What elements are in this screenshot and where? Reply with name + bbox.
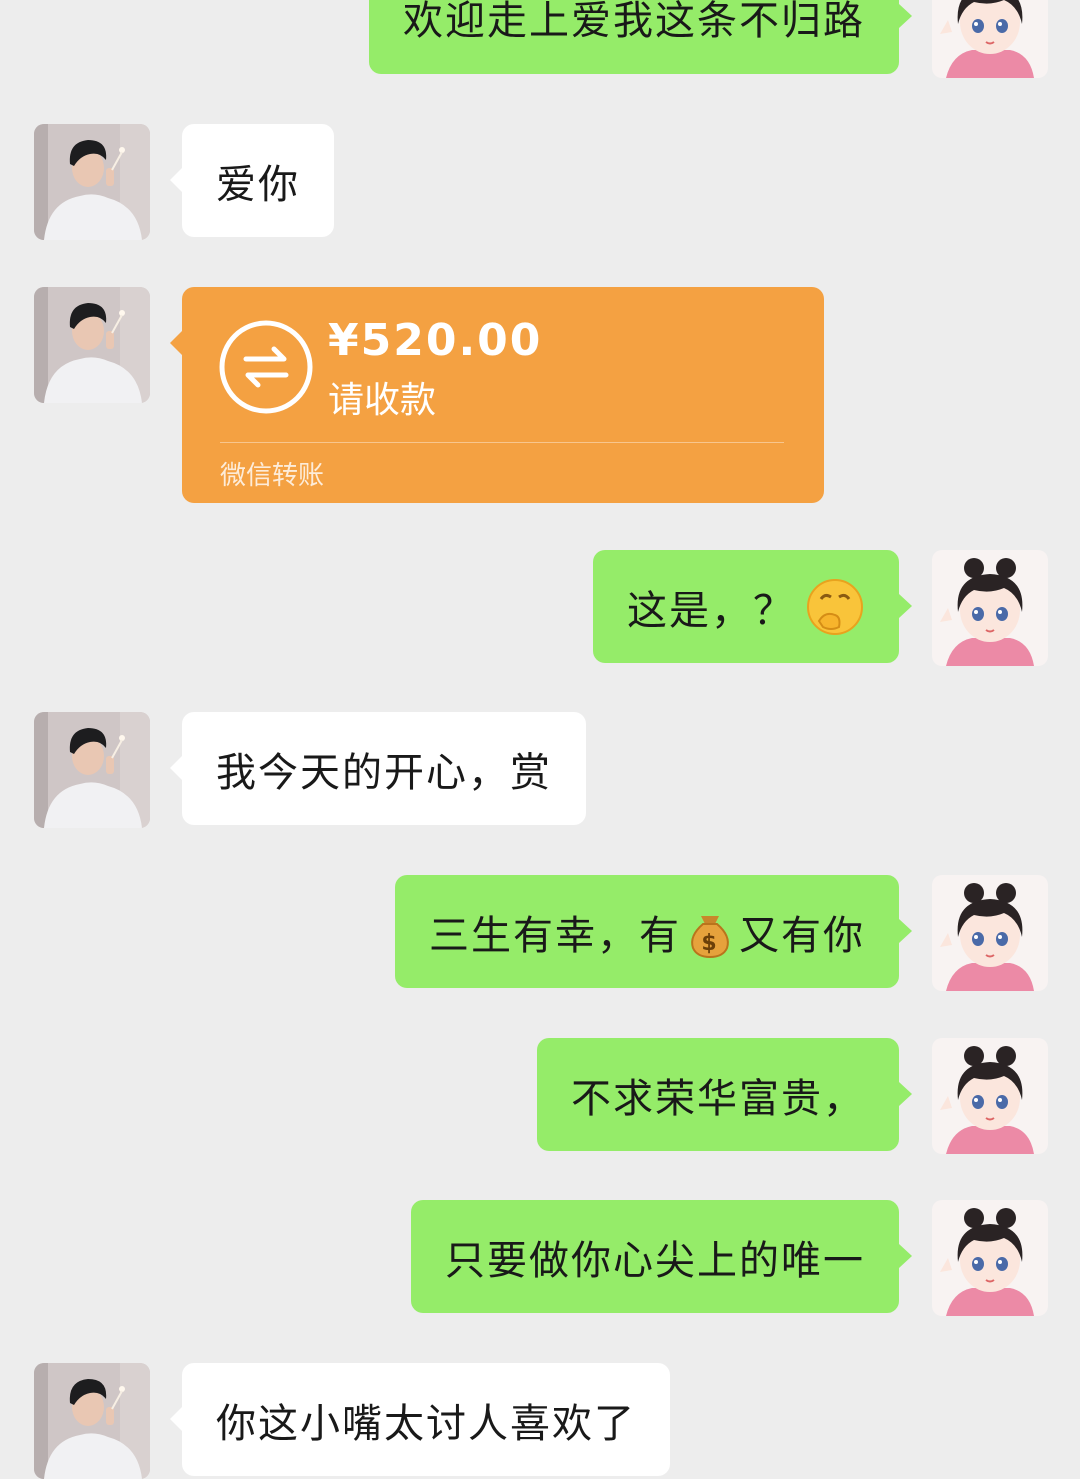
message-text: 又有你 (739, 912, 865, 959)
message-bubble-outgoing[interactable]: 三生有幸，有 $ 又有你 (395, 875, 912, 988)
svg-text:$: $ (701, 931, 718, 956)
avatar-self[interactable] (932, 875, 1048, 991)
message-text: 只要做你心尖上的唯一 (445, 1237, 865, 1284)
message-text: 爱你 (216, 161, 300, 208)
avatar-contact[interactable] (34, 712, 150, 828)
message-text: 欢迎走上爱我这条不归路 (403, 0, 865, 44)
transfer-card[interactable]: ¥520.00 请收款 微信转账 (170, 287, 824, 503)
message-text: 三生有幸，有 (429, 912, 681, 959)
message-text: 不求荣华富贵， (571, 1075, 865, 1122)
avatar-contact[interactable] (34, 287, 150, 403)
transfer-amount: ¥520.00 (328, 315, 543, 366)
avatar-contact[interactable] (34, 1363, 150, 1479)
message-bubble-outgoing[interactable]: 这是，？ (593, 550, 912, 663)
message-bubble-incoming[interactable]: 我今天的开心，赏 (170, 712, 586, 825)
avatar-self[interactable] (932, 1200, 1048, 1316)
avatar-self[interactable] (932, 0, 1048, 78)
money-bag-emoji: $ (691, 915, 729, 958)
avatar-self[interactable] (932, 550, 1048, 666)
transfer-footer: 微信转账 (220, 461, 325, 491)
message-text: 我今天的开心，赏 (216, 749, 552, 796)
message-bubble-outgoing[interactable]: 只要做你心尖上的唯一 (411, 1200, 912, 1313)
message-bubble-incoming[interactable]: 你这小嘴太讨人喜欢了 (170, 1363, 670, 1476)
thinking-face-emoji (807, 578, 863, 635)
message-bubble-outgoing[interactable]: 不求荣华富贵， (537, 1038, 912, 1151)
avatar-self[interactable] (932, 1038, 1048, 1154)
transfer-arrows-icon (219, 320, 313, 414)
message-text: 这是，？ (627, 587, 795, 634)
message-bubble-incoming[interactable]: 爱你 (170, 124, 334, 237)
transfer-status: 请收款 (328, 380, 437, 421)
message-bubble-outgoing[interactable]: 欢迎走上爱我这条不归路 (369, 0, 912, 74)
divider (220, 442, 784, 443)
avatar-contact[interactable] (34, 124, 150, 240)
